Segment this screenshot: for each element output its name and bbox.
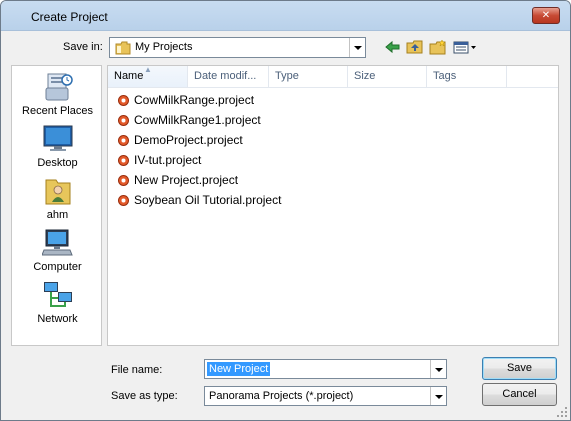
file-name-input[interactable]: New Project [204,359,447,379]
title-bar[interactable]: Create Project ✕ [1,1,570,31]
recent-places-icon [45,73,73,101]
close-icon: ✕ [541,10,551,21]
save-as-type-select[interactable]: Panorama Projects (*.project) [204,386,447,406]
project-file-icon [118,95,129,106]
place-computer[interactable]: Computer [12,228,103,273]
project-file-icon [118,195,129,206]
project-file-icon [118,155,129,166]
close-button[interactable]: ✕ [532,7,560,24]
computer-icon [41,229,73,256]
new-folder-icon[interactable] [429,39,447,55]
project-file-icon [118,135,129,146]
save-button[interactable]: Save [482,357,557,380]
user-folder-icon [45,179,70,205]
project-file-icon [118,115,129,126]
place-label: Network [37,313,78,325]
back-arrow-icon[interactable] [384,39,402,55]
save-in-dropdown[interactable]: My Projects [109,37,366,58]
column-header-tags[interactable]: Tags [427,66,507,87]
places-bar: Recent Places Desktop ahm Computer Netwo… [11,65,102,346]
chevron-down-icon[interactable] [430,360,446,378]
place-network[interactable]: Network [12,280,103,325]
cancel-button[interactable]: Cancel [482,383,557,406]
project-file-icon [118,175,129,186]
window-title: Create Project [31,10,108,24]
column-header-type[interactable]: Type [269,66,348,87]
create-project-dialog: Create Project ✕ Save in: My Projects Re… [0,0,571,421]
file-name-label: File name: [111,364,163,376]
place-user-folder[interactable]: ahm [12,176,103,221]
chevron-down-icon[interactable] [430,387,446,405]
file-name-value: New Project [207,362,271,376]
up-folder-icon[interactable] [406,39,424,55]
save-in-location: My Projects [135,41,193,53]
place-desktop[interactable]: Desktop [12,124,103,169]
sort-ascending-icon: ▲ [144,65,152,74]
place-label: Desktop [37,157,78,169]
resize-grip-icon[interactable] [556,406,568,418]
file-list[interactable]: Name ▲ Date modif... Type Size Tags CowM… [107,65,559,346]
save-as-type-label: Save as type: [111,390,178,402]
column-header-size[interactable]: Size [348,66,427,87]
column-header-date-modified[interactable]: Date modif... [188,66,269,87]
place-recent-places[interactable]: Recent Places [12,72,103,117]
place-label: ahm [46,209,69,221]
save-as-type-value: Panorama Projects (*.project) [209,390,354,402]
place-label: Recent Places [22,105,93,117]
chevron-down-icon[interactable] [349,38,365,57]
network-icon [43,282,72,307]
desktop-icon [43,125,72,151]
place-label: Computer [33,261,82,273]
column-header-name[interactable]: Name ▲ [108,65,188,87]
column-header-row: Name ▲ Date modif... Type Size Tags [108,65,558,88]
save-in-label: Save in: [63,41,103,53]
folder-icon [115,41,131,55]
view-menu-icon[interactable] [453,39,477,55]
